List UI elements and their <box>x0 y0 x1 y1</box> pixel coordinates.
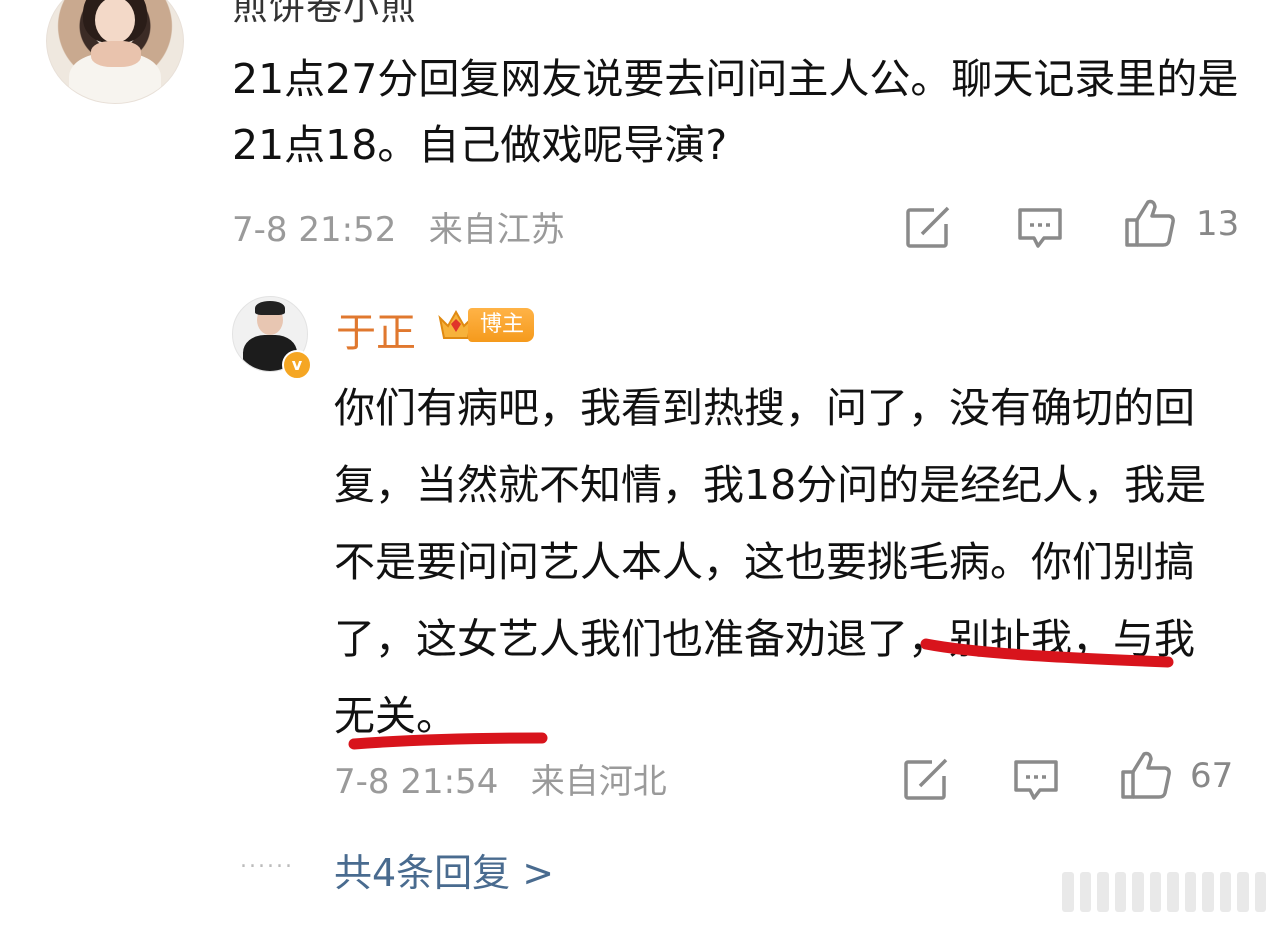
commenter-name[interactable]: 煎饼卷小煎 <box>232 0 417 30</box>
view-more-replies-link[interactable]: 共4条回复 > <box>334 842 554 897</box>
replier-name[interactable]: 于正 <box>336 300 416 358</box>
commenter-avatar[interactable] <box>46 0 184 104</box>
watermark <box>1062 870 1266 914</box>
reply-location: 来自河北 <box>530 762 667 802</box>
blogger-badge: 博主 <box>468 308 535 342</box>
like-icon[interactable] <box>1120 750 1172 800</box>
reply-time: 7-8 21:54 <box>334 762 499 802</box>
comment-time: 7-8 21:52 <box>232 210 397 250</box>
thread-dots: ...... <box>240 848 294 873</box>
like-count: 13 <box>1196 204 1240 244</box>
comment-icon[interactable] <box>1012 758 1060 802</box>
red-underline-mark <box>348 732 548 750</box>
v-verified-icon: v <box>282 350 312 380</box>
share-icon[interactable] <box>902 758 950 802</box>
comment-icon[interactable] <box>1016 206 1064 250</box>
red-underline-mark <box>920 638 1174 668</box>
comment-location: 来自江苏 <box>428 210 565 250</box>
like-count: 67 <box>1190 756 1234 796</box>
reply-meta: 7-8 21:54 来自河北 <box>334 754 667 803</box>
like-icon[interactable] <box>1124 198 1176 248</box>
comment-meta: 7-8 21:52 来自江苏 <box>232 202 565 251</box>
comment-text: 21点27分回复网友说要去问问主人公。聊天记录里的是21点18。自己做戏呢导演? <box>232 55 1239 169</box>
reply-text: 你们有病吧，我看到热搜，问了，没有确切的回复，当然就不知情，我18分问的是经纪人… <box>334 384 1207 740</box>
share-icon[interactable] <box>904 206 952 250</box>
